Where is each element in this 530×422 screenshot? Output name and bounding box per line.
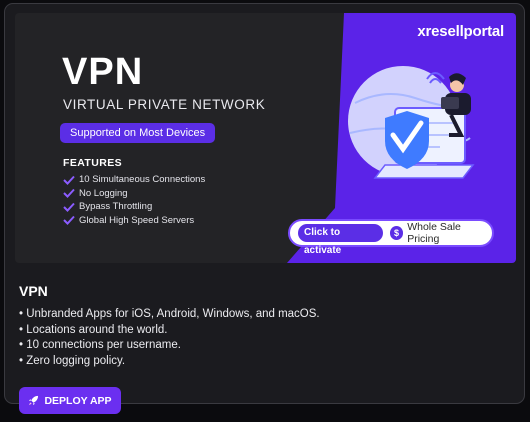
feature-label: 10 Simultaneous Connections <box>79 174 206 186</box>
feature-label: Bypass Throttling <box>79 201 153 213</box>
app-card: xresellportal VPN VIRTUAL PRIVATE NETWOR… <box>4 3 525 414</box>
rocket-icon <box>29 395 39 406</box>
features-heading: FEATURES <box>63 157 123 169</box>
check-icon <box>63 175 75 185</box>
description-line: • Locations around the world. <box>19 323 168 336</box>
feature-item: No Logging <box>63 187 205 201</box>
features-list: 10 Simultaneous Connections No Logging B… <box>63 173 205 227</box>
click-to-activate-button[interactable]: Click to activate <box>298 224 383 256</box>
pricing-label: Whole Sale Pricing <box>407 221 461 245</box>
description-line: • 10 connections per username. <box>19 339 181 351</box>
cta-pill: Click to activate $ Whole Sale Pricing <box>288 219 494 256</box>
check-icon <box>63 216 75 226</box>
deploy-app-button[interactable]: DEPLOY APP <box>19 387 121 414</box>
dollar-icon: $ <box>389 226 404 240</box>
banner-title: VPN <box>62 51 144 93</box>
feature-label: Global High Speed Servers <box>79 214 195 226</box>
feature-item: Bypass Throttling <box>63 200 205 214</box>
vpn-banner-image: xresellportal VPN VIRTUAL PRIVATE NETWOR… <box>15 13 516 263</box>
check-icon <box>63 202 75 212</box>
description-line: • Zero logging policy. <box>19 354 126 367</box>
app-description: • Unbranded Apps for iOS, Android, Windo… <box>19 308 320 370</box>
feature-item: Global High Speed Servers <box>63 214 205 228</box>
check-icon <box>63 189 75 199</box>
feature-item: 10 Simultaneous Connections <box>63 173 205 187</box>
description-line: • Unbranded Apps for iOS, Android, Windo… <box>19 308 320 320</box>
deploy-app-label: DEPLOY APP <box>44 394 112 407</box>
app-title: VPN <box>19 283 48 299</box>
support-badge: Supported on Most Devices <box>60 123 216 143</box>
feature-label: No Logging <box>79 187 128 199</box>
brand-logo: xresellportal <box>417 23 504 40</box>
banner-subtitle: VIRTUAL PRIVATE NETWORK <box>63 97 266 112</box>
vpn-shield-illustration <box>348 66 475 179</box>
